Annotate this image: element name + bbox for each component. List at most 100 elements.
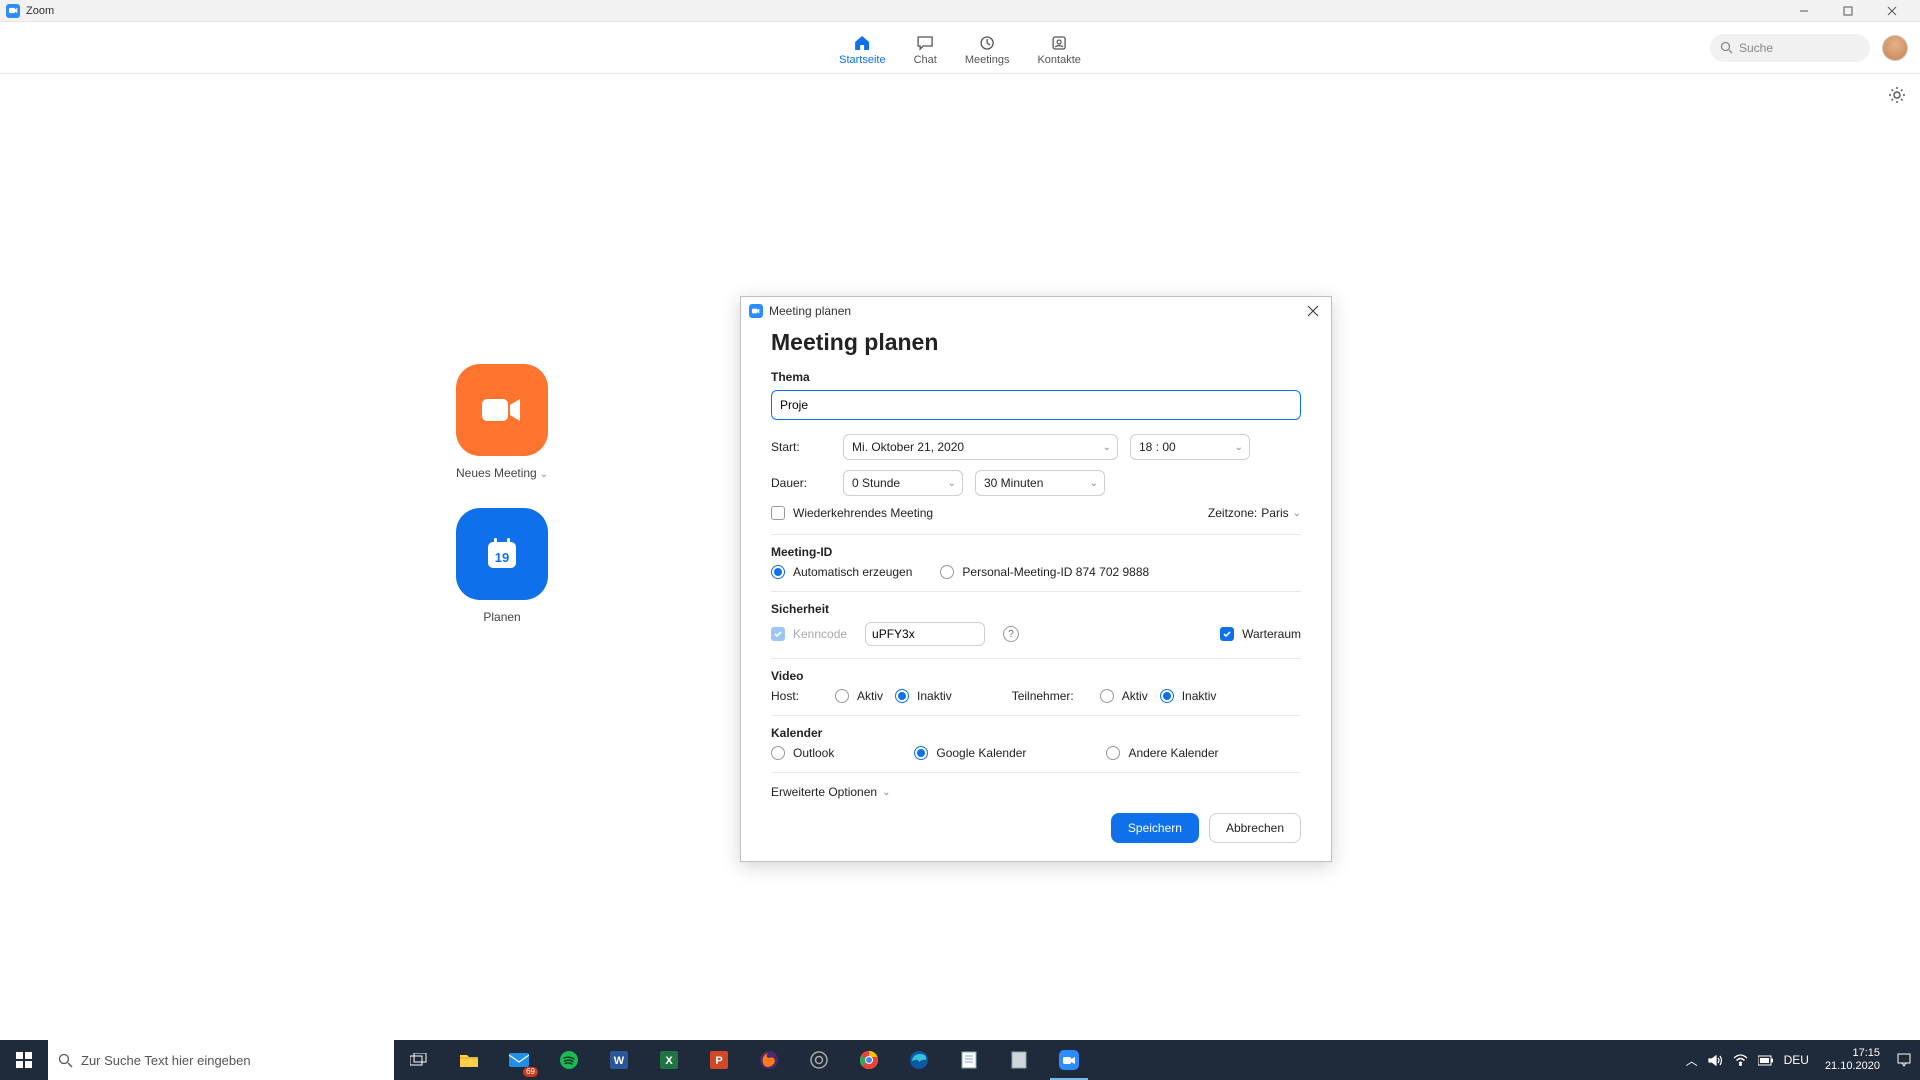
spotify-icon[interactable] xyxy=(544,1040,594,1080)
passcode-checkbox[interactable]: Kenncode xyxy=(771,627,847,641)
notifications-icon[interactable] xyxy=(1896,1052,1912,1068)
nav-contacts-label: Kontakte xyxy=(1037,54,1080,66)
battery-icon[interactable] xyxy=(1758,1055,1774,1066)
tray-chevron-icon[interactable]: ︿ xyxy=(1686,1052,1698,1069)
date-dropdown[interactable]: Mi. Oktober 21, 2020⌄ xyxy=(843,434,1118,460)
new-meeting-label: Neues Meeting xyxy=(456,466,537,480)
minimize-button[interactable] xyxy=(1782,0,1826,22)
time-dropdown[interactable]: 18 : 00⌄ xyxy=(1130,434,1250,460)
outlook-radio[interactable]: Outlook xyxy=(771,746,834,760)
chevron-down-icon[interactable]: ⌄ xyxy=(540,469,548,480)
radio-icon xyxy=(1100,689,1114,703)
timezone-dropdown[interactable]: Zeitzone: Paris ⌄ xyxy=(1208,506,1301,520)
host-inactive-radio[interactable]: Inaktiv xyxy=(895,689,952,703)
topic-input[interactable] xyxy=(771,390,1301,420)
other-calendar-radio[interactable]: Andere Kalender xyxy=(1106,746,1218,760)
zoom-taskbar-icon[interactable] xyxy=(1044,1040,1094,1080)
user-avatar[interactable] xyxy=(1882,35,1908,61)
home-icon xyxy=(852,34,872,52)
nav-contacts[interactable]: Kontakte xyxy=(1037,30,1080,66)
checkbox-icon xyxy=(771,506,785,520)
topic-label: Thema xyxy=(771,370,1301,384)
nav-home-label: Startseite xyxy=(839,54,885,66)
video-icon xyxy=(480,395,524,425)
minutes-dropdown[interactable]: 30 Minuten⌄ xyxy=(975,470,1105,496)
nav-home[interactable]: Startseite xyxy=(839,30,885,66)
firefox-icon[interactable] xyxy=(744,1040,794,1080)
svg-text:P: P xyxy=(715,1055,722,1067)
personal-id-radio[interactable]: Personal-Meeting-ID 874 702 9888 xyxy=(940,565,1149,579)
duration-label: Dauer: xyxy=(771,476,831,490)
chevron-down-icon: ⌄ xyxy=(1235,442,1243,453)
nav-chat[interactable]: Chat xyxy=(914,30,937,66)
notepad-icon[interactable] xyxy=(944,1040,994,1080)
window-title: Zoom xyxy=(26,5,54,17)
participant-active-radio[interactable]: Aktiv xyxy=(1100,689,1148,703)
settings-button[interactable] xyxy=(1888,86,1906,109)
app-icon[interactable] xyxy=(994,1040,1044,1080)
file-explorer-icon[interactable] xyxy=(444,1040,494,1080)
hours-dropdown[interactable]: 0 Stunde⌄ xyxy=(843,470,963,496)
contacts-icon xyxy=(1049,34,1069,52)
chat-icon xyxy=(915,34,935,52)
security-label: Sicherheit xyxy=(771,602,1301,616)
search-placeholder: Suche xyxy=(1739,41,1773,55)
save-button[interactable]: Speichern xyxy=(1111,813,1199,843)
wifi-icon[interactable] xyxy=(1733,1054,1748,1066)
dialog-titlebar: Meeting planen xyxy=(741,297,1331,325)
dialog-heading: Meeting planen xyxy=(771,329,1301,356)
dialog-close-button[interactable] xyxy=(1303,301,1323,321)
language-indicator[interactable]: DEU xyxy=(1784,1053,1809,1067)
schedule-label: Planen xyxy=(483,610,520,624)
excel-icon[interactable]: X xyxy=(644,1040,694,1080)
schedule-button[interactable]: 19 xyxy=(456,508,548,600)
word-icon[interactable]: W xyxy=(594,1040,644,1080)
info-icon[interactable]: ? xyxy=(1003,626,1019,642)
radio-icon xyxy=(940,565,954,579)
content-area: Neues Meeting⌄ 19 Planen Meeting planen … xyxy=(0,74,1920,1040)
radio-icon xyxy=(914,746,928,760)
google-calendar-radio[interactable]: Google Kalender xyxy=(914,746,1026,760)
obs-icon[interactable] xyxy=(794,1040,844,1080)
search-input[interactable]: Suche xyxy=(1710,34,1870,62)
auto-generate-radio[interactable]: Automatisch erzeugen xyxy=(771,565,912,579)
volume-icon[interactable] xyxy=(1708,1054,1723,1067)
close-window-button[interactable] xyxy=(1870,0,1914,22)
radio-icon xyxy=(1160,689,1174,703)
recurring-checkbox[interactable]: Wiederkehrendes Meeting xyxy=(771,506,933,520)
start-button[interactable] xyxy=(0,1040,48,1080)
nav-meetings-label: Meetings xyxy=(965,54,1010,66)
passcode-input[interactable] xyxy=(865,622,985,646)
host-active-radio[interactable]: Aktiv xyxy=(835,689,883,703)
participant-inactive-radio[interactable]: Inaktiv xyxy=(1160,689,1217,703)
radio-icon xyxy=(771,565,785,579)
zoom-app-icon xyxy=(749,304,763,318)
cancel-button[interactable]: Abbrechen xyxy=(1209,813,1301,843)
participants-label: Teilnehmer: xyxy=(1012,689,1088,703)
mail-icon[interactable]: 69 xyxy=(494,1040,544,1080)
radio-icon xyxy=(835,689,849,703)
radio-icon xyxy=(771,746,785,760)
task-view-button[interactable] xyxy=(394,1040,444,1080)
windows-taskbar: Zur Suche Text hier eingeben 69 W X P ︿ … xyxy=(0,1040,1920,1080)
maximize-button[interactable] xyxy=(1826,0,1870,22)
advanced-options-toggle[interactable]: Erweiterte Optionen ⌄ xyxy=(771,772,1301,799)
chevron-down-icon: ⌄ xyxy=(882,787,890,798)
new-meeting-button[interactable] xyxy=(456,364,548,456)
mail-badge: 69 xyxy=(523,1067,538,1077)
waiting-room-checkbox[interactable]: Warteraum xyxy=(1220,627,1301,641)
search-icon xyxy=(58,1053,73,1068)
edge-icon[interactable] xyxy=(894,1040,944,1080)
taskbar-clock[interactable]: 17:15 21.10.2020 xyxy=(1819,1047,1886,1073)
chrome-icon[interactable] xyxy=(844,1040,894,1080)
nav-chat-label: Chat xyxy=(914,54,937,66)
powerpoint-icon[interactable]: P xyxy=(694,1040,744,1080)
chevron-down-icon: ⌄ xyxy=(1090,478,1098,489)
taskbar-search[interactable]: Zur Suche Text hier eingeben xyxy=(48,1040,394,1080)
window-titlebar: Zoom xyxy=(0,0,1920,22)
host-label: Host: xyxy=(771,689,823,703)
nav-meetings[interactable]: Meetings xyxy=(965,30,1010,66)
checkbox-icon xyxy=(1220,627,1234,641)
radio-icon xyxy=(1106,746,1120,760)
start-label: Start: xyxy=(771,440,831,454)
